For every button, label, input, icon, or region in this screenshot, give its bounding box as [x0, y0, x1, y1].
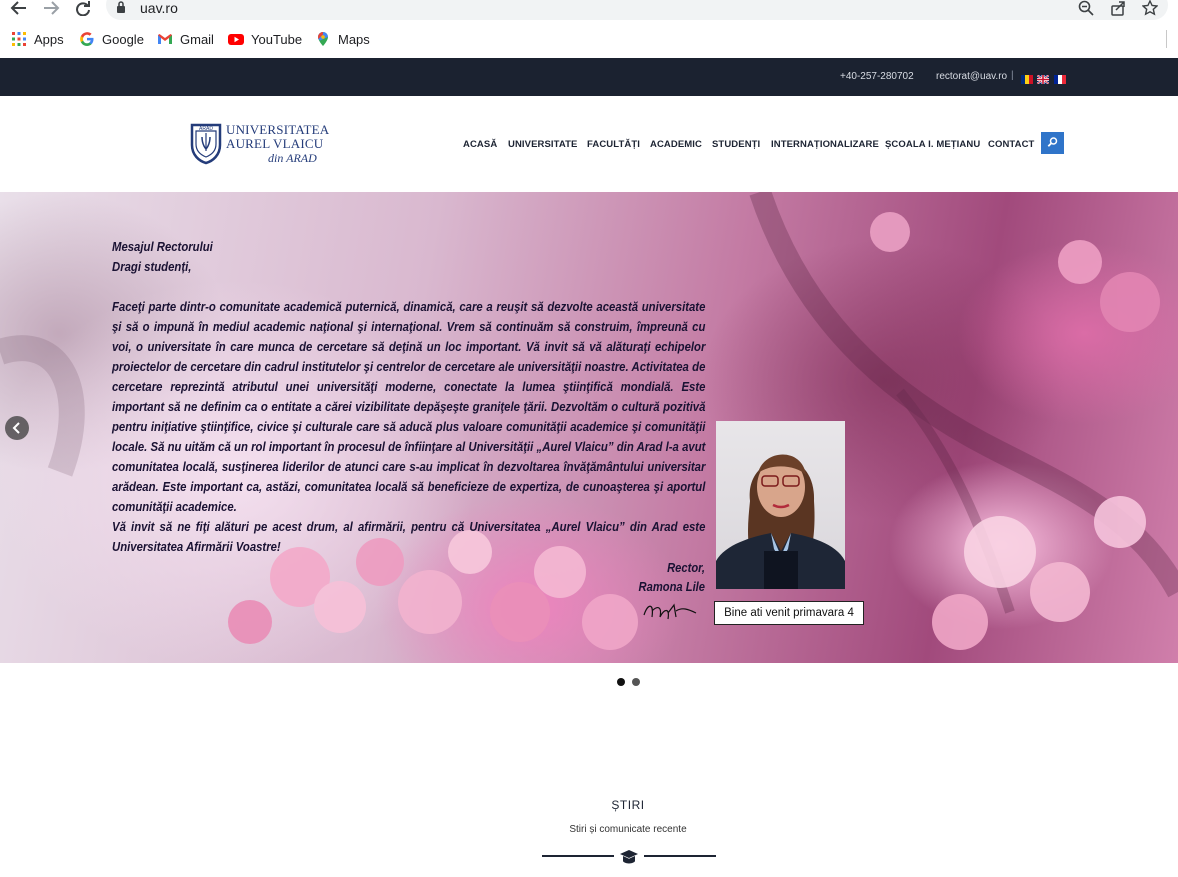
- logo-line-3: din ARAD: [268, 151, 317, 165]
- message-body: Faceţi parte dintr-o comunitate academic…: [112, 299, 706, 514]
- slider-prev-button[interactable]: [5, 416, 29, 440]
- slide-caption: Bine ati venit primavara 4: [714, 601, 864, 625]
- share-icon[interactable]: [1110, 0, 1128, 16]
- reload-icon[interactable]: [74, 0, 94, 17]
- site-topbar: +40-257-280702 rectorat@uav.ro |: [0, 58, 1178, 96]
- signature-name: Ramona Lile: [638, 579, 705, 594]
- nav-item-studenti[interactable]: STUDENȚI: [712, 139, 760, 150]
- logo-line-2: AUREL VLAICU: [226, 136, 324, 151]
- nav-item-academic[interactable]: ACADEMIC: [650, 139, 702, 150]
- news-section-subtitle: Stiri și comunicate recente: [569, 824, 687, 835]
- search-button[interactable]: [1041, 132, 1064, 154]
- bookmark-google[interactable]: Google: [79, 30, 144, 48]
- bookmarks-bar: Apps Google Gmail YouTube Maps: [0, 28, 1178, 50]
- nav-item-internationalizare[interactable]: INTERNAȚIONALIZARE: [771, 139, 879, 150]
- slider-dot-active[interactable]: [617, 678, 625, 686]
- message-heading: Mesajul Rectorului: [112, 239, 213, 254]
- nav-item-contact[interactable]: CONTACT: [988, 139, 1034, 150]
- bookmark-label: Gmail: [180, 31, 214, 47]
- slider-dot[interactable]: [632, 678, 640, 686]
- youtube-icon: [228, 31, 244, 47]
- nav-item-scoala-metianu[interactable]: ȘCOALA I. MEȚIANU: [885, 139, 980, 150]
- topbar-separator: |: [1011, 70, 1014, 81]
- university-emblem-icon: ARAD: [190, 123, 222, 165]
- signature-title: Rector,: [667, 560, 705, 575]
- bookmark-label: Apps: [34, 31, 64, 47]
- chevron-left-icon: [12, 422, 20, 434]
- news-section-title: ȘTIRI: [611, 798, 645, 812]
- forward-arrow-icon[interactable]: [42, 0, 62, 16]
- zoom-icon[interactable]: [1078, 0, 1096, 16]
- browser-chrome: uav.ro Apps Google Gmail YouTube Maps: [0, 0, 1178, 58]
- message-greeting: Dragi studenți,: [112, 259, 192, 274]
- site-header: ARAD UNIVERSITATEA AUREL VLAICU din ARAD…: [0, 96, 1178, 192]
- bookmark-youtube[interactable]: YouTube: [228, 30, 302, 48]
- logo-text: UNIVERSITATEA AUREL VLAICU din ARAD: [226, 122, 330, 166]
- apps-grid-icon: [11, 31, 27, 47]
- section-divider: [542, 847, 716, 865]
- bookmark-star-icon[interactable]: [1141, 0, 1160, 16]
- maps-icon: [315, 31, 331, 47]
- handwritten-signature: [643, 603, 697, 620]
- nav-item-facultati[interactable]: FACULTĂȚI: [587, 139, 640, 150]
- bookmark-gmail[interactable]: Gmail: [157, 30, 214, 48]
- graduation-cap-icon: [620, 850, 638, 864]
- bookmark-label: Google: [102, 31, 144, 47]
- rector-photo: [716, 421, 845, 589]
- french-flag-icon[interactable]: [1054, 71, 1066, 84]
- message-closing: Vă invit să ne fiţi alături pe acest dru…: [112, 519, 706, 554]
- bookmark-apps[interactable]: Apps: [11, 30, 64, 48]
- svg-text:ARAD: ARAD: [199, 126, 213, 132]
- hero-slider: Mesajul Rectorului Dragi studenți, Faceţ…: [0, 192, 1178, 663]
- uk-flag-icon[interactable]: [1036, 71, 1050, 85]
- logo-line-1: UNIVERSITATEA: [226, 122, 330, 137]
- slider-pagination: [617, 678, 647, 688]
- search-icon: [1047, 137, 1058, 147]
- rector-signature-block: Rector, Ramona Lile: [632, 558, 705, 596]
- university-logo[interactable]: ARAD UNIVERSITATEA AUREL VLAICU din ARAD: [190, 123, 330, 167]
- romanian-flag-icon[interactable]: [1021, 71, 1033, 84]
- bookmarks-divider: [1166, 30, 1167, 48]
- bookmark-label: Maps: [338, 31, 370, 47]
- gmail-icon: [157, 31, 173, 47]
- url-text[interactable]: uav.ro: [140, 0, 178, 16]
- bookmark-label: YouTube: [251, 31, 303, 47]
- contact-phone[interactable]: +40-257-280702: [840, 71, 914, 82]
- address-row: uav.ro: [0, 0, 1178, 22]
- contact-email[interactable]: rectorat@uav.ro: [936, 71, 1007, 82]
- nav-item-acasa[interactable]: ACASĂ: [463, 139, 497, 150]
- bookmark-maps[interactable]: Maps: [315, 30, 370, 48]
- lock-icon[interactable]: [116, 1, 126, 19]
- rector-message: Mesajul Rectorului Dragi studenți, Faceţ…: [112, 237, 705, 557]
- nav-item-universitate[interactable]: UNIVERSITATE: [508, 139, 577, 150]
- address-bar[interactable]: [106, 0, 1168, 20]
- back-arrow-icon[interactable]: [10, 0, 30, 16]
- google-icon: [79, 31, 95, 47]
